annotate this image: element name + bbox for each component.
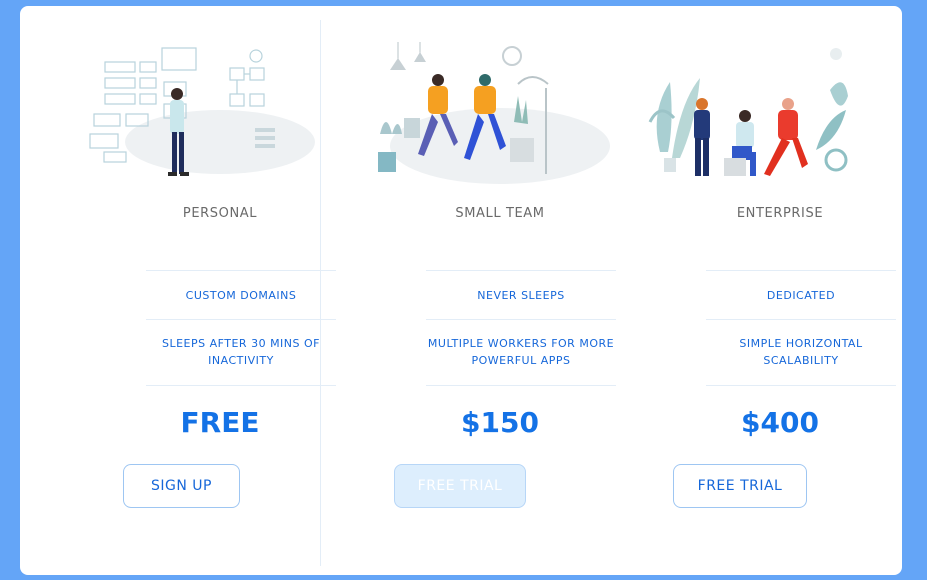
pricing-card: PERSONAL CUSTOM DOMAINS SLEEPS AFTER 30 …	[20, 6, 902, 575]
feature-item: CUSTOM DOMAINS	[185, 289, 297, 302]
enterprise-illustration-icon	[648, 48, 848, 176]
divider	[426, 385, 616, 386]
divider	[146, 319, 336, 320]
plan-price: FREE	[180, 406, 260, 439]
plan-name: SMALL TEAM	[455, 206, 545, 221]
divider	[426, 270, 616, 271]
feature-item: SIMPLE HORIZONTAL SCALABILITY	[739, 337, 863, 367]
free-trial-button[interactable]: FREE TRIAL	[673, 464, 807, 508]
divider	[146, 270, 336, 271]
plan-personal: PERSONAL CUSTOM DOMAINS SLEEPS AFTER 30 …	[80, 6, 360, 575]
plan-name: ENTERPRISE	[736, 206, 824, 221]
column-divider	[320, 20, 321, 566]
sign-up-button[interactable]: SIGN UP	[123, 464, 240, 508]
free-trial-button[interactable]: FREE TRIAL	[394, 464, 526, 508]
plan-price: $150	[461, 406, 539, 439]
divider	[706, 385, 896, 386]
divider	[146, 385, 336, 386]
feature-item: MULTIPLE WORKERS FOR MORE POWERFUL APPS	[427, 337, 615, 367]
plan-small-team: SMALL TEAM NEVER SLEEPS MULTIPLE WORKERS…	[360, 6, 640, 575]
divider	[426, 319, 616, 320]
plan-name: PERSONAL	[182, 206, 258, 221]
plan-enterprise: ENTERPRISE DEDICATED SIMPLE HORIZONTAL S…	[640, 6, 920, 575]
divider	[706, 319, 896, 320]
team-illustration-icon	[378, 42, 610, 184]
plan-price: $400	[741, 406, 819, 439]
feature-item: SLEEPS AFTER 30 MINS OF INACTIVITY	[161, 337, 320, 367]
feature-item: NEVER SLEEPS	[477, 289, 565, 302]
personal-illustration-icon	[89, 47, 315, 176]
feature-item: DEDICATED	[766, 289, 836, 302]
divider	[706, 270, 896, 271]
